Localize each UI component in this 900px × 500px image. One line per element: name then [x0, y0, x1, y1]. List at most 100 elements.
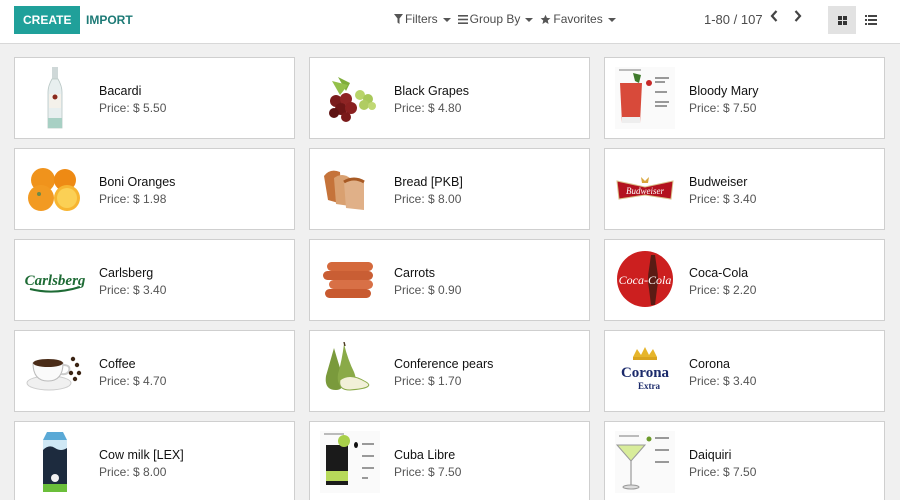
oranges-icon — [28, 168, 80, 211]
product-price: Price: $ 2.20 — [689, 283, 757, 297]
carrots-icon — [323, 262, 373, 298]
pager-previous-button[interactable] — [766, 9, 782, 29]
product-card[interactable]: Carlsberg Carlsberg Price: $ 3.40 — [14, 239, 295, 321]
product-name: Coca-Cola — [689, 266, 749, 280]
cocktail-martini-icon — [615, 431, 675, 493]
product-price: Price: $ 3.40 — [99, 283, 167, 297]
caret-down-icon — [442, 18, 451, 22]
product-card[interactable]: Budweiser Budweiser Price: $ 3.40 — [604, 148, 885, 230]
product-price: Price: $ 5.50 — [99, 101, 167, 115]
chevron-right-icon — [794, 10, 802, 22]
coffee-cup-icon — [26, 356, 82, 391]
product-name: Conference pears — [394, 357, 494, 371]
product-price: Price: $ 3.40 — [689, 374, 757, 388]
rum-bottle-icon — [47, 67, 63, 129]
milk-carton-icon — [43, 432, 67, 492]
grid-icon — [837, 15, 847, 25]
carlsberg-logo-icon: Carlsberg — [25, 273, 86, 293]
list-icon — [865, 15, 877, 25]
product-card[interactable]: Cow milk [LEX] Price: $ 8.00 — [14, 421, 295, 500]
product-image — [318, 66, 382, 130]
product-price: Price: $ 7.50 — [689, 101, 757, 115]
product-image — [318, 339, 382, 403]
star-icon — [540, 14, 551, 24]
favorites-dropdown[interactable]: Favorites — [540, 12, 616, 26]
groupby-dropdown[interactable]: Group By — [457, 12, 534, 26]
grapes-icon — [329, 77, 376, 122]
favorites-label: Favorites — [553, 12, 603, 26]
product-price: Price: $ 4.80 — [394, 101, 462, 115]
product-image — [23, 339, 87, 403]
product-card[interactable]: Carrots Price: $ 0.90 — [309, 239, 590, 321]
product-image — [613, 430, 677, 494]
product-name: Carlsberg — [99, 266, 154, 280]
product-card[interactable]: Black Grapes Price: $ 4.80 — [309, 57, 590, 139]
product-card[interactable]: Cuba Libre Price: $ 7.50 — [309, 421, 590, 500]
kanban-view-button[interactable] — [828, 6, 856, 34]
cocacola-logo-icon: Coca-Cola — [617, 251, 673, 307]
product-price: Price: $ 7.50 — [689, 465, 757, 479]
pager-value[interactable]: 1-80 / 107 — [704, 12, 763, 27]
corona-logo-icon: CoronaExtra — [621, 347, 670, 391]
bread-icon — [324, 170, 365, 210]
product-name: Bacardi — [99, 84, 142, 98]
product-price: Price: $ 7.50 — [394, 465, 462, 479]
svg-text:Budweiser: Budweiser — [626, 186, 664, 196]
product-card[interactable]: Bloody Mary Price: $ 7.50 — [604, 57, 885, 139]
cocktail-red-icon — [615, 67, 675, 129]
product-card[interactable]: Coca-Cola Coca-Cola Price: $ 2.20 — [604, 239, 885, 321]
product-card[interactable]: Daiquiri Price: $ 7.50 — [604, 421, 885, 500]
product-price: Price: $ 8.00 — [394, 192, 462, 206]
product-name: Cuba Libre — [394, 448, 456, 462]
svg-text:Coca-Cola: Coca-Cola — [619, 273, 672, 287]
product-name: Daiquiri — [689, 448, 732, 462]
product-image: Coca-Cola — [613, 248, 677, 312]
funnel-icon — [394, 14, 403, 24]
product-image — [318, 157, 382, 221]
product-price: Price: $ 0.90 — [394, 283, 462, 297]
product-name: Corona — [689, 357, 730, 371]
product-image: Budweiser — [613, 157, 677, 221]
product-price: Price: $ 8.00 — [99, 465, 167, 479]
product-image — [23, 157, 87, 221]
budweiser-logo-icon: Budweiser — [616, 177, 674, 200]
chevron-left-icon — [770, 10, 778, 22]
filters-dropdown[interactable]: Filters — [394, 12, 451, 26]
svg-text:Corona: Corona — [621, 365, 670, 381]
product-image: Corona Extra — [613, 339, 677, 403]
product-name: Bloody Mary — [689, 84, 759, 98]
product-name: Budweiser — [689, 175, 748, 189]
product-name: Boni Oranges — [99, 175, 176, 189]
product-image — [613, 66, 677, 130]
svg-text:Extra: Extra — [638, 381, 660, 391]
caret-down-icon — [525, 18, 534, 22]
product-card[interactable]: Boni Oranges Price: $ 1.98 — [14, 148, 295, 230]
cocktail-dark-icon — [320, 431, 380, 493]
pears-icon — [325, 342, 370, 391]
product-price: Price: $ 3.40 — [689, 192, 757, 206]
filters-label: Filters — [405, 12, 438, 26]
product-name: Carrots — [394, 266, 435, 280]
product-name: Cow milk [LEX] — [99, 448, 184, 462]
product-card[interactable]: Conference pears Price: $ 1.70 — [309, 330, 590, 412]
groupby-label: Group By — [469, 12, 521, 26]
import-button[interactable]: IMPORT — [80, 6, 139, 34]
product-image — [318, 248, 382, 312]
product-name: Bread [PKB] — [394, 175, 463, 189]
product-price: Price: $ 4.70 — [99, 374, 167, 388]
product-card[interactable]: Corona Extra Corona Price: $ 3.40 — [604, 330, 885, 412]
product-image — [23, 66, 87, 130]
product-name: Black Grapes — [394, 84, 470, 98]
pager-next-button[interactable] — [790, 9, 806, 29]
bars-icon — [457, 14, 468, 24]
create-button[interactable]: CREATE — [14, 6, 81, 34]
product-image: Carlsberg — [23, 248, 87, 312]
product-card[interactable]: Coffee Price: $ 4.70 — [14, 330, 295, 412]
search-options: Filters Group By Favorites — [394, 12, 616, 26]
list-view-button[interactable] — [857, 6, 885, 34]
kanban-cards: Bacardi Price: $ 5.50 Black Grapes Price… — [14, 57, 886, 500]
product-image — [23, 430, 87, 494]
product-card[interactable]: Bread [PKB] Price: $ 8.00 — [309, 148, 590, 230]
product-card[interactable]: Bacardi Price: $ 5.50 — [14, 57, 295, 139]
product-name: Coffee — [99, 357, 136, 371]
